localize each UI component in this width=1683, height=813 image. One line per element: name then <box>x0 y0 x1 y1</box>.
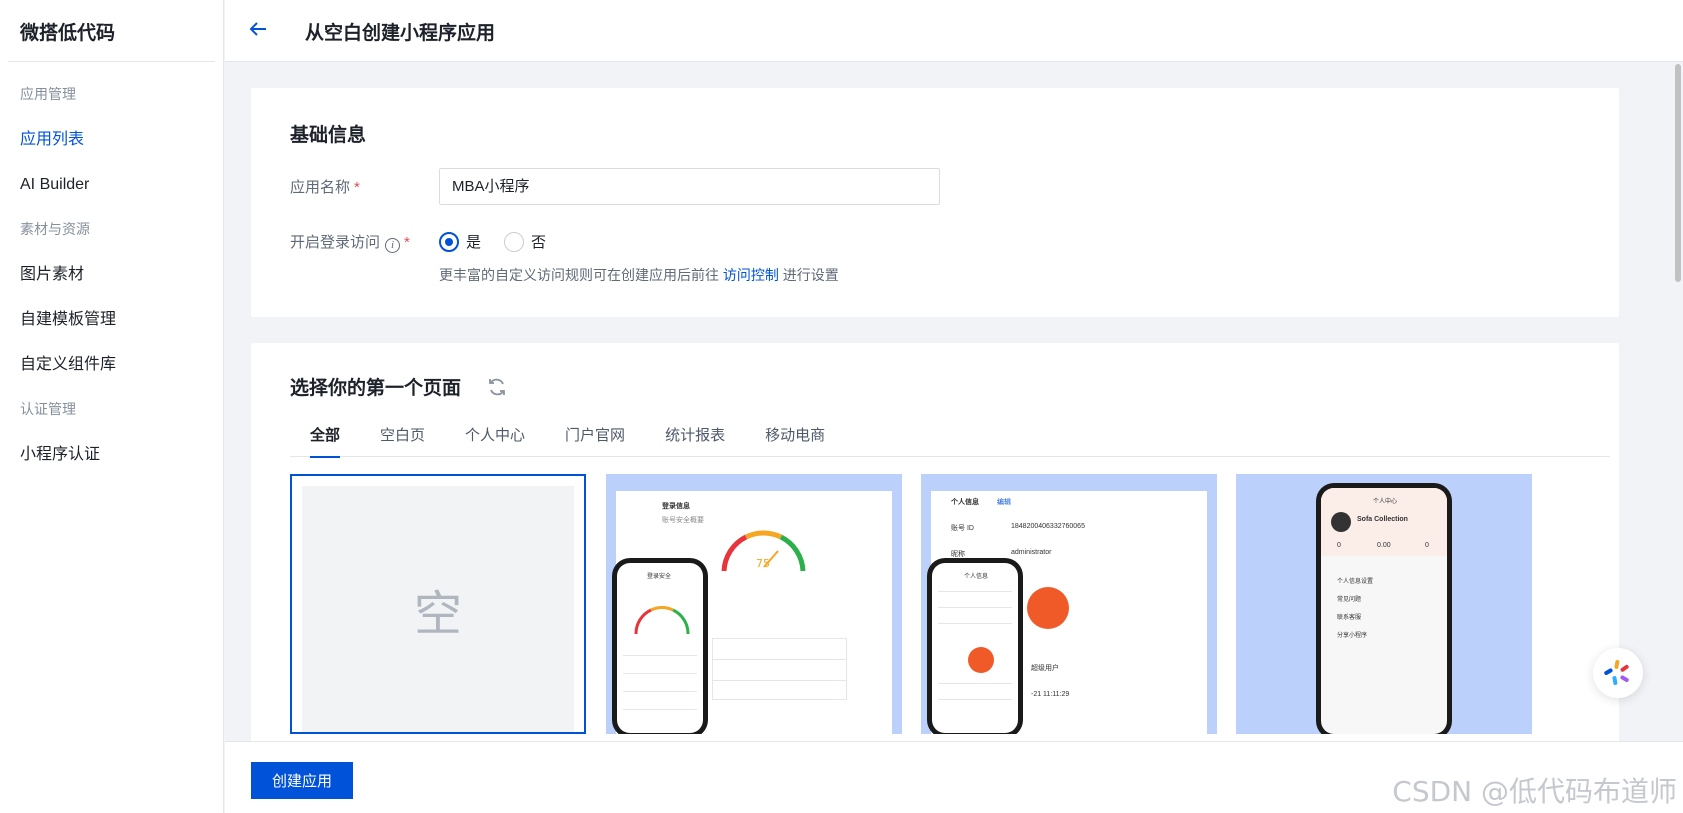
template-card-personal-center[interactable]: 个人中心 Sofa Collection 0 0.00 0 个人信息设置 常见问… <box>1236 474 1532 734</box>
template-card-login-security[interactable]: 登录信息 账号安全概要 75 登录安全 <box>606 474 902 734</box>
sidebar-item-miniprogram-cert[interactable]: 小程序认证 <box>0 432 223 477</box>
tpl2-table <box>712 638 847 700</box>
tab-all[interactable]: 全部 <box>290 415 360 458</box>
tpl3-nick-value: administrator <box>1011 549 1052 556</box>
phone-gauge <box>634 606 690 635</box>
page-title: 从空白创建小程序应用 <box>305 23 496 44</box>
sidebar-group-resources: 素材与资源 <box>20 221 90 237</box>
create-app-button[interactable]: 创建应用 <box>251 762 353 799</box>
tpl3-role: 超级用户 <box>1031 665 1059 672</box>
tpl4-stat-2: 0 <box>1425 542 1429 549</box>
sidebar-item-component-library[interactable]: 自定义组件库 <box>0 342 223 387</box>
required-mark: * <box>404 234 410 251</box>
refresh-icon[interactable] <box>486 376 508 398</box>
basic-info-card: 基础信息 应用名称 * MBA小程序 开启登录访问 i * 是 否 更丰富的自定义访问… <box>251 88 1619 317</box>
tab-ecommerce[interactable]: 移动电商 <box>745 415 845 457</box>
tpl3-date: -21 11:11:29 <box>1031 691 1070 698</box>
tpl2-subheading: 账号安全概要 <box>662 517 704 524</box>
tpl4-menu-1: 常见问题 <box>1337 597 1362 603</box>
info-icon[interactable]: i <box>385 238 401 253</box>
basic-info-title: 基础信息 <box>290 125 367 146</box>
assistant-icon <box>1604 660 1629 685</box>
template-card-blank[interactable]: 空 <box>290 474 586 734</box>
tpl4-menu-0: 个人信息设置 <box>1337 579 1374 585</box>
page-scrollbar[interactable] <box>1675 64 1681 282</box>
template-tabs: 全部 空白页 个人中心 门户官网 统计报表 移动电商 <box>290 415 1610 458</box>
app-name-input[interactable]: MBA小程序 <box>439 168 940 205</box>
sidebar-group-app-management: 应用管理 <box>20 86 76 102</box>
tpl4-phone-title: 个人中心 <box>1373 499 1398 505</box>
tpl3-id-label: 账号 ID <box>951 525 974 532</box>
tpl3-heading: 个人信息 <box>951 499 979 506</box>
sidebar-item-image-assets[interactable]: 图片素材 <box>0 252 223 297</box>
back-arrow-icon[interactable] <box>247 18 273 44</box>
hint-prefix: 更丰富的自定义访问规则可在创建应用后前往 <box>439 267 719 283</box>
ai-assistant-fab[interactable] <box>1593 648 1643 698</box>
tab-personal-center[interactable]: 个人中心 <box>445 415 545 457</box>
radio-no-label[interactable]: 否 <box>531 231 546 252</box>
svg-text:75: 75 <box>756 557 770 570</box>
sidebar-group-certification: 认证管理 <box>20 401 76 417</box>
tpl4-stat-1: 0.00 <box>1377 542 1391 549</box>
phone-mockup: 个人中心 Sofa Collection 0 0.00 0 个人信息设置 常见问… <box>1316 483 1452 734</box>
app-name-label: 应用名称 * <box>290 176 360 197</box>
radio-no[interactable] <box>504 231 525 252</box>
tab-blank[interactable]: 空白页 <box>360 415 445 457</box>
hint-suffix: 进行设置 <box>782 267 839 283</box>
radio-yes-label[interactable]: 是 <box>466 231 481 252</box>
tpl2-phone-title: 登录安全 <box>647 574 672 580</box>
page-header: 从空白创建小程序应用 <box>225 0 1683 62</box>
tpl2-heading: 登录信息 <box>662 503 690 510</box>
avatar <box>1027 587 1069 629</box>
phone-mockup: 登录安全 <box>612 558 708 734</box>
tpl3-id-value: 1848200406332760065 <box>1011 523 1085 530</box>
access-control-link[interactable]: 访问控制 <box>723 267 779 283</box>
brand-title: 微搭低代码 <box>8 0 215 62</box>
tpl4-stat-0: 0 <box>1337 542 1341 549</box>
phone-avatar <box>968 647 994 673</box>
blank-preview: 空 <box>302 486 574 732</box>
sidebar-item-app-list[interactable]: 应用列表 <box>0 117 223 162</box>
sidebar: 微搭低代码 应用管理 应用列表 AI Builder 素材与资源 图片素材 自建… <box>0 0 224 813</box>
login-access-label: 开启登录访问 i * <box>290 231 410 253</box>
login-access-radio-group: 是 否 <box>439 231 569 252</box>
access-hint: 更丰富的自定义访问规则可在创建应用后前往 访问控制 进行设置 <box>439 265 839 285</box>
required-mark: * <box>354 179 360 196</box>
radio-yes[interactable] <box>439 231 459 252</box>
phone-mockup: 个人信息 <box>927 558 1023 734</box>
select-page-title: 选择你的第一个页面 <box>290 378 462 399</box>
sidebar-item-ai-builder[interactable]: AI Builder <box>0 162 223 207</box>
template-card-personal-info[interactable]: 个人信息 编辑 账号 ID 1848200406332760065 昵称 adm… <box>921 474 1217 734</box>
app-name-label-text: 应用名称 <box>290 179 351 196</box>
tab-reports[interactable]: 统计报表 <box>645 415 745 457</box>
sidebar-item-custom-templates[interactable]: 自建模板管理 <box>0 297 223 342</box>
select-page-card: 选择你的第一个页面 全部 空白页 个人中心 门户官网 统计报表 移动电商 空 登… <box>251 343 1619 743</box>
tpl4-user: Sofa Collection <box>1357 516 1408 523</box>
page-footer: 创建应用 CSDN @低代码布道师 <box>225 741 1683 813</box>
tpl4-menu-3: 分享小程序 <box>1337 633 1368 639</box>
tpl4-menu-2: 联系客服 <box>1337 615 1362 621</box>
tab-portal[interactable]: 门户官网 <box>545 415 645 457</box>
gauge-chart: 75 <box>721 530 806 572</box>
sidebar-nav: 应用管理 应用列表 AI Builder 素材与资源 图片素材 自建模板管理 自… <box>0 62 223 477</box>
tpl3-phone-title: 个人信息 <box>964 574 989 580</box>
watermark: CSDN @低代码布道师 <box>1392 775 1677 808</box>
tpl4-avatar <box>1331 512 1351 532</box>
login-access-label-text: 开启登录访问 <box>290 234 381 251</box>
tpl3-edit: 编辑 <box>997 499 1011 506</box>
blank-label: 空 <box>413 588 462 641</box>
